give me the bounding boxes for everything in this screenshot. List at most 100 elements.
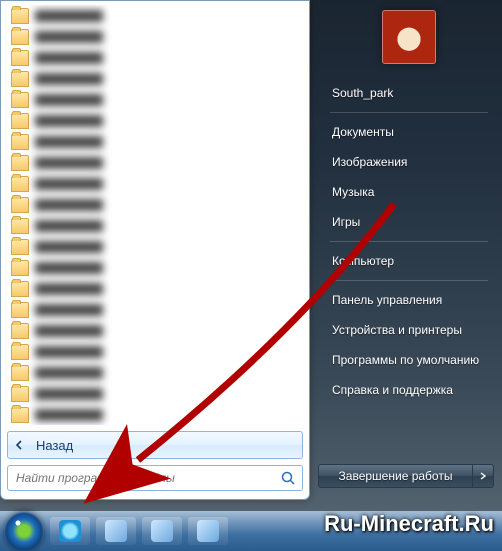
search-input[interactable]	[14, 470, 280, 486]
folder-icon	[11, 302, 29, 318]
program-item[interactable]: ████████	[7, 278, 303, 299]
start-menu-left-pane: ████████ ████████ ████████ ████████ ████████…	[0, 0, 310, 500]
program-item[interactable]: ████████	[7, 383, 303, 404]
folder-icon	[11, 71, 29, 87]
program-item[interactable]: ████████	[7, 299, 303, 320]
shutdown-options-button[interactable]	[472, 464, 494, 488]
program-label-blurred: ████████	[35, 346, 299, 358]
folder-icon	[11, 8, 29, 24]
program-item[interactable]: ████████	[7, 47, 303, 68]
program-item[interactable]: ████████	[7, 320, 303, 341]
folder-icon	[11, 92, 29, 108]
start-menu-right-pane: South_park ДокументыИзображенияМузыкаИгры…	[318, 0, 500, 498]
back-button[interactable]: Назад	[7, 431, 303, 459]
program-item[interactable]: ████████	[7, 89, 303, 110]
program-item[interactable]: ████████	[7, 68, 303, 89]
shutdown-label: Завершение работы	[339, 469, 453, 483]
separator	[330, 241, 488, 242]
back-label: Назад	[36, 438, 73, 453]
folder-icon	[11, 29, 29, 45]
program-label-blurred: ████████	[35, 199, 299, 211]
program-label-blurred: ████████	[35, 115, 299, 127]
folder-icon	[11, 344, 29, 360]
program-item[interactable]: ████████	[7, 173, 303, 194]
folder-icon	[11, 197, 29, 213]
program-label-blurred: ████████	[35, 220, 299, 232]
nav-item-g1-3[interactable]: Игры	[318, 207, 500, 237]
taskbar-pinned-app[interactable]	[96, 517, 136, 545]
folder-icon	[11, 407, 29, 423]
program-label-blurred: ████████	[35, 283, 299, 295]
folder-icon	[11, 113, 29, 129]
program-label-blurred: ████████	[35, 157, 299, 169]
program-label-blurred: ████████	[35, 10, 299, 22]
program-item[interactable]: ████████	[7, 404, 303, 425]
program-label-blurred: ████████	[35, 178, 299, 190]
program-item[interactable]: ████████	[7, 362, 303, 383]
shutdown-button[interactable]: Завершение работы	[318, 464, 472, 488]
ie-icon	[59, 520, 81, 542]
nav-item-g1-0[interactable]: Документы	[318, 117, 500, 147]
app-icon	[105, 520, 127, 542]
app-icon	[197, 520, 219, 542]
program-item[interactable]: ████████	[7, 131, 303, 152]
avatar-image	[387, 15, 431, 59]
programs-list[interactable]: ████████ ████████ ████████ ████████ ████████…	[7, 5, 303, 425]
folder-icon	[11, 365, 29, 381]
program-item[interactable]: ████████	[7, 236, 303, 257]
program-label-blurred: ████████	[35, 367, 299, 379]
nav-item-g3-3[interactable]: Справка и поддержка	[318, 375, 500, 405]
folder-icon	[11, 176, 29, 192]
program-label-blurred: ████████	[35, 241, 299, 253]
folder-icon	[11, 386, 29, 402]
program-label-blurred: ████████	[35, 388, 299, 400]
back-arrow-icon	[14, 439, 26, 451]
search-icon	[280, 470, 296, 486]
folder-icon	[11, 50, 29, 66]
taskbar-pinned-ie[interactable]	[50, 517, 90, 545]
nav-item-g3-2[interactable]: Программы по умолчанию	[318, 345, 500, 375]
folder-icon	[11, 155, 29, 171]
program-item[interactable]: ████████	[7, 257, 303, 278]
program-label-blurred: ████████	[35, 94, 299, 106]
nav-item-g1-2[interactable]: Музыка	[318, 177, 500, 207]
folder-icon	[11, 260, 29, 276]
program-label-blurred: ████████	[35, 262, 299, 274]
separator	[330, 280, 488, 281]
search-box[interactable]	[7, 465, 303, 491]
program-item[interactable]: ████████	[7, 26, 303, 47]
folder-icon	[11, 281, 29, 297]
program-item[interactable]: ████████	[7, 215, 303, 236]
folder-icon	[11, 323, 29, 339]
program-item[interactable]: ████████	[7, 5, 303, 26]
taskbar-pinned-app[interactable]	[188, 517, 228, 545]
folder-icon	[11, 218, 29, 234]
folder-icon	[11, 239, 29, 255]
shutdown-split-button[interactable]: Завершение работы	[318, 464, 494, 488]
program-label-blurred: ████████	[35, 73, 299, 85]
user-avatar[interactable]	[382, 10, 436, 64]
chevron-right-icon	[479, 472, 487, 480]
program-item[interactable]: ████████	[7, 110, 303, 131]
start-menu: ████████ ████████ ████████ ████████ ████████…	[0, 0, 500, 503]
app-icon	[151, 520, 173, 542]
taskbar-pinned-app[interactable]	[142, 517, 182, 545]
program-label-blurred: ████████	[35, 31, 299, 43]
program-label-blurred: ████████	[35, 325, 299, 337]
folder-icon	[11, 134, 29, 150]
right-nav: South_park ДокументыИзображенияМузыкаИгры…	[318, 78, 500, 405]
start-button[interactable]	[4, 511, 44, 551]
program-item[interactable]: ████████	[7, 152, 303, 173]
nav-item-g2-0[interactable]: Компьютер	[318, 246, 500, 276]
program-label-blurred: ████████	[35, 304, 299, 316]
program-label-blurred: ████████	[35, 52, 299, 64]
nav-user-folder[interactable]: South_park	[318, 78, 500, 108]
program-label-blurred: ████████	[35, 409, 299, 421]
program-item[interactable]: ████████	[7, 194, 303, 215]
watermark: Ru-Minecraft.Ru	[324, 511, 494, 537]
program-label-blurred: ████████	[35, 136, 299, 148]
nav-item-g1-1[interactable]: Изображения	[318, 147, 500, 177]
nav-item-g3-0[interactable]: Панель управления	[318, 285, 500, 315]
nav-item-g3-1[interactable]: Устройства и принтеры	[318, 315, 500, 345]
program-item[interactable]: ████████	[7, 341, 303, 362]
